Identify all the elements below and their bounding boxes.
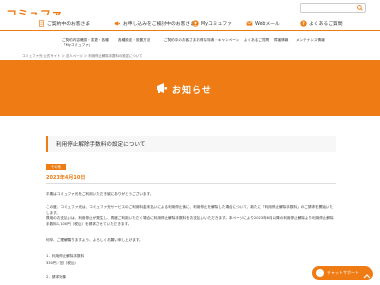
page-top-button[interactable] bbox=[361, 268, 373, 280]
article-paragraph: 平素はコミュファ光をご利用いただき誠にありがとうございます。 bbox=[46, 192, 154, 196]
article-date: 2023年4月10日 bbox=[46, 175, 86, 181]
main-nav: ご契約中のお客さま お申し込みをご検討中のお客さま Myコミュファ Webメール… bbox=[0, 15, 380, 31]
search-box[interactable] bbox=[300, 3, 366, 22]
nav-label: Myコミュファ bbox=[201, 21, 232, 27]
breadcrumb[interactable]: コミュファ光 公式サイト ＞ 法人ページ ＞ 利用停止解除手数料の設定について bbox=[22, 53, 143, 58]
article-paragraph: 330円／回（税込） bbox=[46, 261, 79, 265]
subnav-outage[interactable]: 障害情報 bbox=[274, 38, 288, 43]
chat-icon bbox=[316, 269, 324, 277]
chevron-up-icon bbox=[363, 274, 371, 279]
article-paragraph: 費用のお支払いは、利用停止が発生し、再度ご利用いただく場合に利用停止解除手数料を… bbox=[46, 216, 334, 226]
mail-icon bbox=[246, 20, 253, 26]
sub-nav: ご契約内容確認・変更・各種 「Myコミュファ」 各種設定・設置方法 ご契約中のお… bbox=[0, 37, 380, 51]
nav-current-customers[interactable]: ご契約中のお客さま bbox=[38, 17, 90, 29]
nav-faq[interactable]: ? よくあるご質問 bbox=[300, 17, 343, 29]
document-icon bbox=[39, 19, 44, 27]
nav-my-commufa[interactable]: Myコミュファ bbox=[192, 17, 232, 29]
svg-text:?: ? bbox=[302, 21, 305, 27]
article-title: 利用停止解除手数料の設定について bbox=[56, 142, 146, 148]
megaphone-icon bbox=[157, 83, 167, 93]
nav-prospective-customers[interactable]: お申し込みをご検討中のお客さま bbox=[114, 17, 195, 29]
subnav-maintenance[interactable]: メンテナンス情報 bbox=[296, 38, 325, 43]
article-paragraph: 1．利用停止解除手数料 bbox=[46, 254, 85, 258]
nav-label: よくあるご質問 bbox=[309, 21, 343, 27]
nav-label: ご契約中のお客さま bbox=[47, 21, 91, 27]
article-title-box: 利用停止解除手数料の設定について bbox=[46, 136, 336, 152]
search-icon[interactable] bbox=[357, 5, 363, 11]
nav-label: Webメール bbox=[255, 21, 280, 27]
nav-webmail[interactable]: Webメール bbox=[246, 17, 280, 29]
nav-label: お申し込みをご検討中のお客さま bbox=[123, 21, 195, 27]
chat-label: チャットサポート bbox=[327, 270, 359, 275]
subnav-settings[interactable]: 各種設定・設置方法 bbox=[118, 38, 150, 43]
divider bbox=[46, 183, 336, 184]
article-paragraph: この度、コミュファ光は、コミュファ光サービスのご利用料金未払いによる利用停止後に… bbox=[46, 205, 333, 215]
category-tag: その他 bbox=[46, 164, 66, 170]
question-icon: ? bbox=[300, 19, 307, 27]
article-paragraph: 2．請求対象 bbox=[46, 275, 67, 279]
subnav-campaigns[interactable]: ご契約中のお客さまお得な特典・キャンペーン bbox=[164, 38, 239, 43]
article-paragraph: 何卒、ご理解賜りますよう、よろしくお願い申し上げます。 bbox=[46, 238, 143, 242]
page-banner: お知らせ bbox=[0, 60, 380, 116]
user-icon bbox=[192, 19, 199, 27]
subnav-faq[interactable]: よくあるご質問 bbox=[244, 38, 269, 43]
subnav-contract[interactable]: ご契約内容確認・変更・各種 「Myコミュファ」 bbox=[62, 38, 109, 47]
megaphone-icon bbox=[114, 20, 120, 26]
page-title: お知らせ bbox=[172, 86, 212, 96]
